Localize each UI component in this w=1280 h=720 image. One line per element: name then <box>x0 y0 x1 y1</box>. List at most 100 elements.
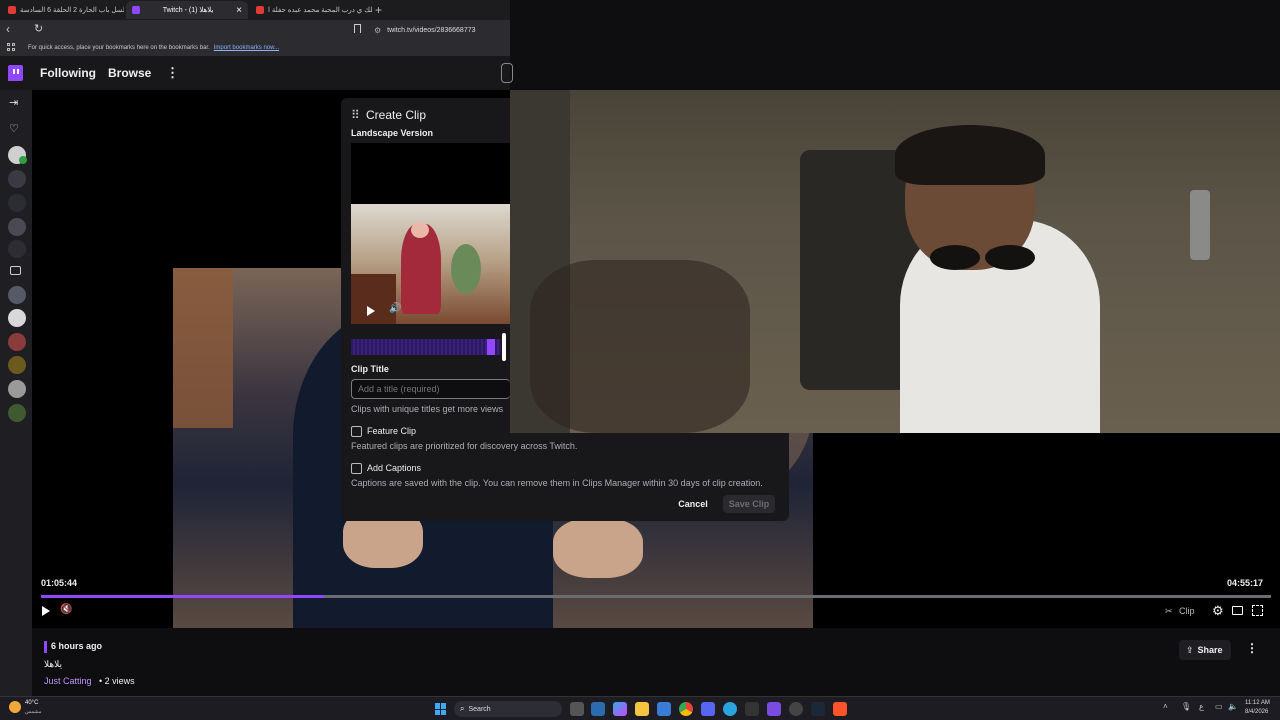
theatre-mode-icon[interactable] <box>1232 606 1243 615</box>
preview-volume-icon[interactable]: 🔊 <box>389 303 401 314</box>
tab-label: Twitch - يلاهلا (1) <box>162 7 214 14</box>
channel-avatar[interactable] <box>8 404 26 422</box>
create-clip-dialog: ⠿ Create Clip Landscape Version 🔊 Clip T… <box>341 98 510 433</box>
discord-icon[interactable] <box>701 702 715 716</box>
browser-tab-1[interactable]: مسلسل باب الحارة 2 الحلقة 6 السادسة <box>2 1 124 19</box>
channel-avatar[interactable] <box>8 309 26 327</box>
share-button[interactable]: ⇪ Share <box>1179 640 1231 660</box>
channel-avatar[interactable] <box>8 218 26 236</box>
add-captions-desc: Captions are saved with the clip. You ca… <box>351 478 763 488</box>
task-view-icon[interactable] <box>570 702 584 716</box>
clip-preview[interactable]: 🔊 <box>351 204 510 324</box>
fullscreen-icon[interactable] <box>1252 605 1263 616</box>
browser-tab-2[interactable]: Twitch - يلاهلا (1) × <box>126 1 248 19</box>
copilot-icon[interactable] <box>613 702 627 716</box>
add-captions-label[interactable]: Add Captions <box>367 463 421 473</box>
mute-icon[interactable]: 🔇 <box>60 604 72 615</box>
duration: 04:55:17 <box>1227 578 1264 588</box>
file-explorer-icon[interactable] <box>635 702 649 716</box>
clip-title-hint: Clips with unique titles get more views <box>351 404 504 414</box>
brave-icon[interactable] <box>833 702 847 716</box>
import-bookmarks-link[interactable]: Import bookmarks now... <box>214 45 279 51</box>
drag-handle-icon[interactable]: ⠿ <box>351 108 360 122</box>
play-icon[interactable] <box>42 606 50 616</box>
channel-avatar[interactable] <box>8 170 26 188</box>
video-player[interactable]: 01:05:44 04:55:17 🔇 ✂ Clip ⚙ <box>32 90 1280 628</box>
clock-time[interactable]: 11:12 AM <box>1245 700 1270 706</box>
expand-sidebar-icon[interactable]: ⇥ <box>9 96 18 109</box>
tray-chevron-icon[interactable]: ˄ <box>1163 702 1168 711</box>
clip-button-label[interactable]: Clip <box>1179 606 1195 616</box>
store-icon[interactable] <box>657 702 671 716</box>
network-icon[interactable]: ▭ <box>1215 702 1223 711</box>
video-icon[interactable] <box>10 266 21 275</box>
time-ago: 6 hours ago <box>51 641 103 651</box>
channel-avatar[interactable] <box>8 240 26 258</box>
trim-handle-right[interactable] <box>502 333 506 361</box>
channel-avatar[interactable] <box>8 194 26 212</box>
seek-bar[interactable] <box>41 595 1271 598</box>
preview-letterbox <box>351 143 510 204</box>
twitch-icon <box>132 6 140 14</box>
feature-clip-desc: Featured clips are prioritized for disco… <box>351 441 578 451</box>
tab-label: مسلسل باب الحارة 2 الحلقة 6 السادسة <box>20 7 124 14</box>
back-icon[interactable]: ‹ <box>6 22 10 36</box>
start-icon[interactable] <box>435 703 447 715</box>
channel-avatar[interactable] <box>8 356 26 374</box>
add-captions-checkbox[interactable] <box>351 463 362 474</box>
clock-date[interactable]: 8/4/2026 <box>1245 709 1268 715</box>
trim-handle-left[interactable] <box>487 339 495 355</box>
twitch-top-nav: Following Browse ⋮ <box>0 56 513 90</box>
volume-icon[interactable]: 🔈 <box>1228 702 1238 711</box>
browser-tab-bar: مسلسل باب الحارة 2 الحلقة 6 السادسة Twit… <box>0 0 510 20</box>
weather-icon[interactable] <box>9 701 21 713</box>
channel-avatar[interactable] <box>8 286 26 304</box>
preview-play-icon[interactable] <box>367 306 375 316</box>
channel-avatar[interactable] <box>8 333 26 351</box>
close-tab-icon[interactable]: × <box>236 5 242 16</box>
url-field[interactable]: ⚙ twitch.tv/videos/2836668773 <box>368 22 510 38</box>
browser-address-bar: ‹ ↻ ⚙ twitch.tv/videos/2836668773 <box>0 20 510 40</box>
youtube-icon <box>8 6 16 14</box>
more-options-icon[interactable]: ⋮ <box>1246 641 1258 655</box>
create-clip-dialog-bottom: Feature Clip Featured clips are prioriti… <box>341 426 789 521</box>
taskbar-search[interactable]: ⌕ Search <box>454 701 562 717</box>
feature-clip-checkbox[interactable] <box>351 426 362 437</box>
settings-icon[interactable]: ⚙ <box>1212 603 1224 619</box>
browser-tab-3[interactable]: ويلك ي درب المحبة محمد عبده حفلة ا... <box>250 1 372 19</box>
clip-title-input[interactable] <box>351 379 510 399</box>
nav-browse[interactable]: Browse <box>108 66 151 80</box>
steam-icon[interactable] <box>811 702 825 716</box>
channel-avatar[interactable] <box>8 380 26 398</box>
heart-icon[interactable]: ♡ <box>9 122 19 135</box>
mic-icon[interactable]: 🎙 <box>1181 702 1191 711</box>
reload-icon[interactable]: ↻ <box>34 22 43 35</box>
current-time: 01:05:44 <box>41 578 78 588</box>
bookmarks-hint: For quick access, place your bookmarks h… <box>28 45 210 51</box>
feature-clip-label[interactable]: Feature Clip <box>367 426 416 436</box>
clip-version-label: Landscape Version <box>351 128 434 138</box>
save-clip-button[interactable]: Save Clip <box>723 495 775 513</box>
widgets-icon[interactable] <box>591 702 605 716</box>
clip-timeline[interactable] <box>351 333 506 361</box>
apps-icon[interactable] <box>7 43 15 51</box>
site-info-icon[interactable]: ⚙ <box>374 26 381 35</box>
nav-following[interactable]: Following <box>40 66 96 80</box>
telegram-icon[interactable] <box>723 702 737 716</box>
language-indicator[interactable]: ع <box>1199 702 1204 711</box>
obs-icon[interactable] <box>789 702 803 716</box>
bookmark-icon[interactable] <box>354 24 361 33</box>
app-icon[interactable] <box>745 702 759 716</box>
clip-icon[interactable]: ✂ <box>1165 606 1173 617</box>
twitch-logo-icon[interactable] <box>8 65 23 81</box>
cancel-button[interactable]: Cancel <box>666 495 720 513</box>
webcam-frame <box>510 90 1280 433</box>
share-label: Share <box>1197 645 1223 655</box>
black-region <box>813 433 1280 628</box>
more-menu-icon[interactable]: ⋮ <box>166 65 179 81</box>
chrome-icon[interactable] <box>679 702 693 716</box>
category-link[interactable]: Just Catting <box>44 676 92 686</box>
new-tab-icon[interactable]: + <box>375 3 382 17</box>
search-field-edge[interactable] <box>501 63 513 83</box>
app-icon[interactable] <box>767 702 781 716</box>
